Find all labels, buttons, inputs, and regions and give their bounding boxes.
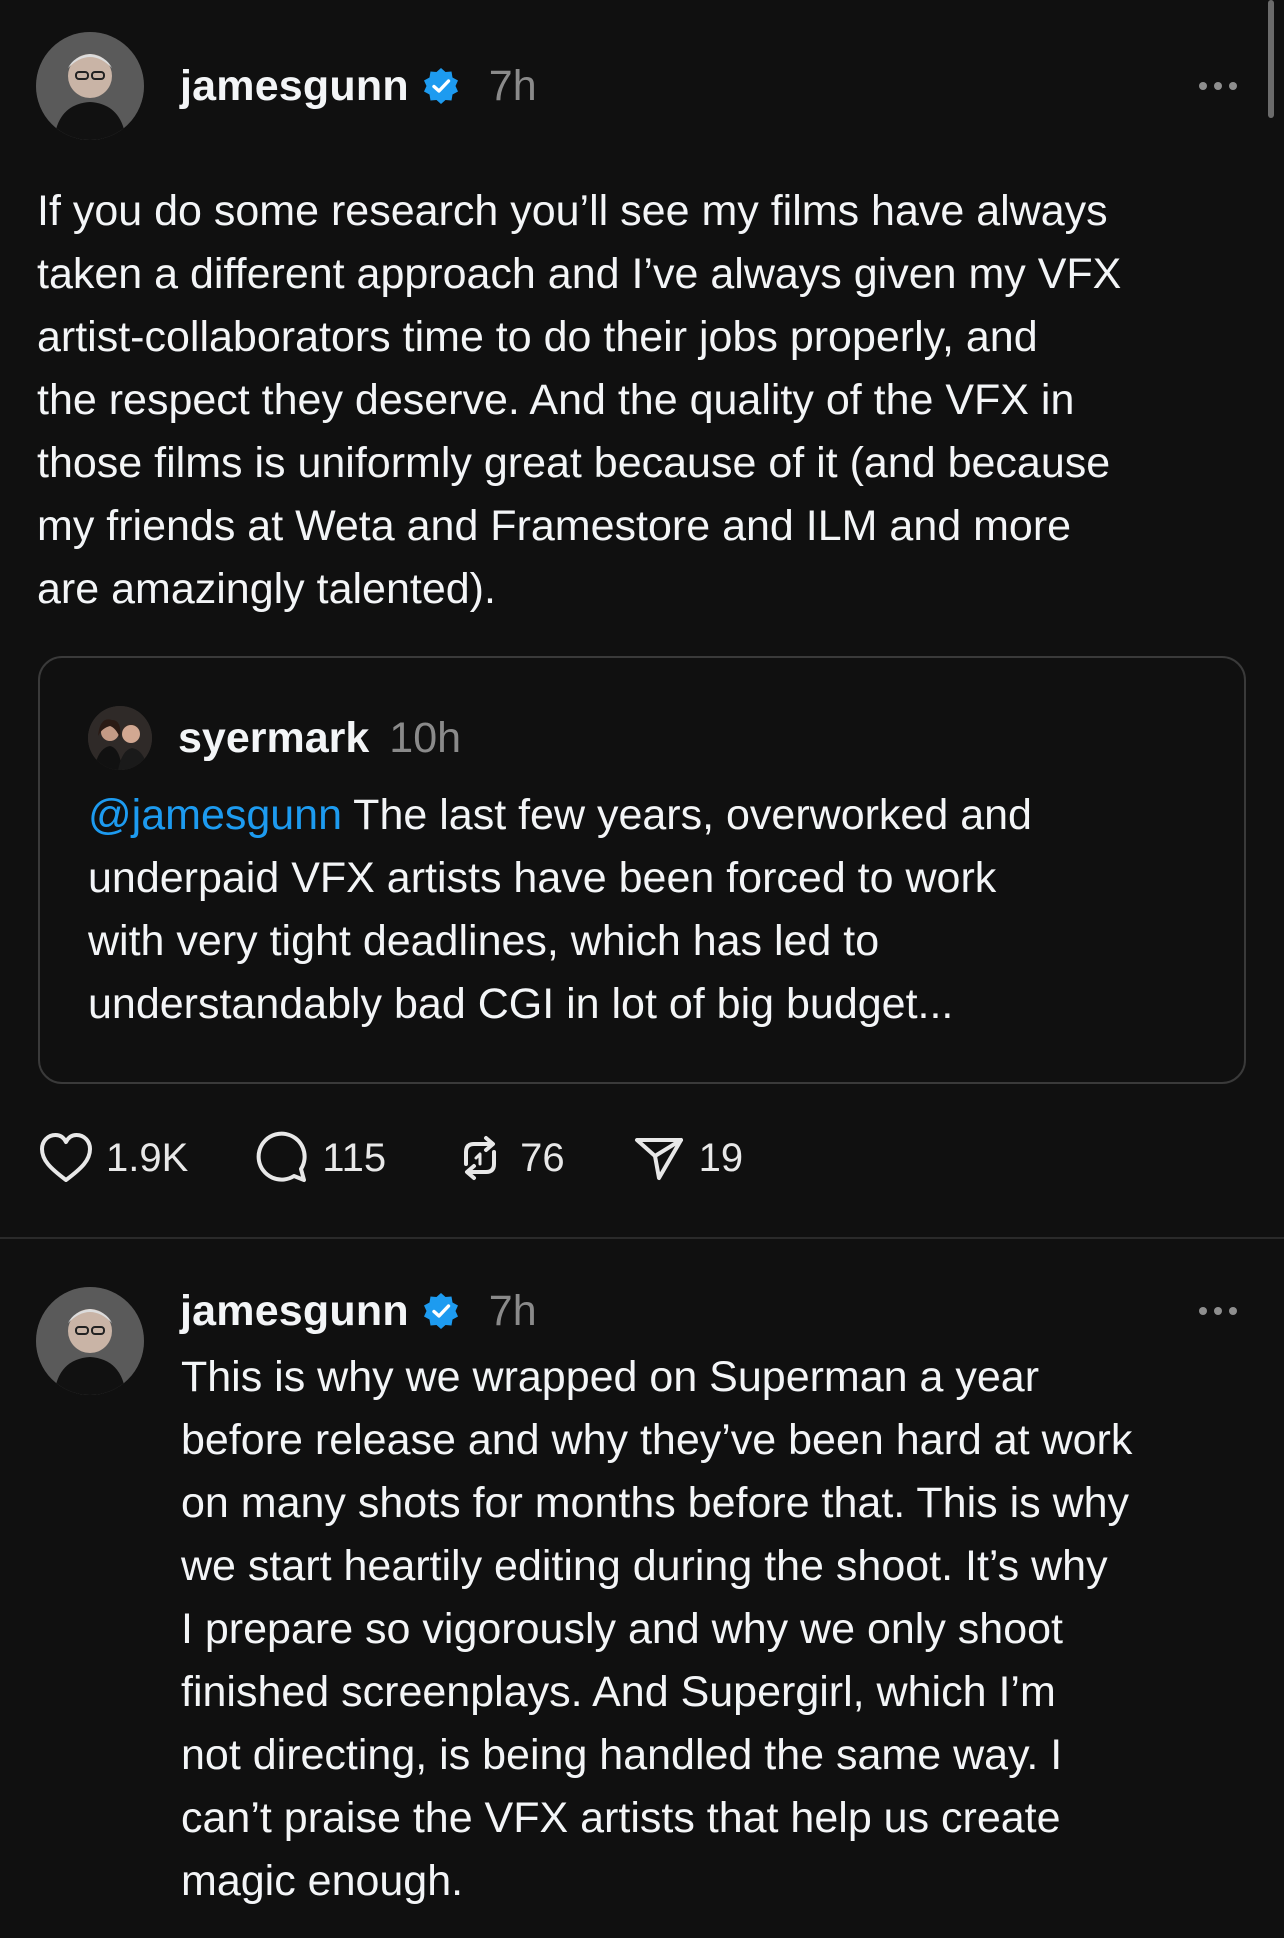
- post-1: jamesgunn 7h If you do some research you…: [0, 0, 1284, 1239]
- avatar-image: [36, 1287, 144, 1395]
- like-button[interactable]: 1.9K: [38, 1132, 188, 1184]
- send-icon: [631, 1130, 687, 1186]
- avatar[interactable]: [36, 32, 144, 140]
- repost-count: 76: [520, 1135, 565, 1180]
- verified-badge-icon: [421, 66, 461, 106]
- mention-link[interactable]: @jamesgunn: [88, 791, 342, 839]
- post-2: jamesgunn 7h This is why we wrapped on S…: [0, 1239, 1284, 1938]
- quoted-post[interactable]: syermark 10h @jamesgunn The last few yea…: [38, 656, 1246, 1084]
- reply-button[interactable]: 115: [254, 1130, 386, 1186]
- post-text: If you do some research you’ll see my fi…: [37, 187, 1122, 613]
- quote-header: syermark 10h: [178, 708, 461, 768]
- post-time: 7h: [488, 61, 537, 110]
- reply-count: 115: [322, 1135, 387, 1180]
- more-horizontal-icon[interactable]: [1199, 82, 1237, 90]
- username[interactable]: jamesgunn: [180, 62, 409, 111]
- avatar[interactable]: [36, 1287, 144, 1395]
- quote-text: @jamesgunn The last few years, overworke…: [88, 784, 1208, 1036]
- avatar-image: [88, 706, 152, 770]
- post-actions: 1.9K 115 76 19: [38, 1128, 809, 1188]
- username[interactable]: jamesgunn: [180, 1287, 409, 1336]
- post-header: jamesgunn 7h: [180, 56, 537, 116]
- post-header: jamesgunn 7h: [180, 1281, 537, 1341]
- quote-time: 10h: [389, 713, 462, 762]
- quote-username[interactable]: syermark: [178, 714, 369, 763]
- heart-icon: [38, 1132, 94, 1184]
- comment-bubble-icon: [254, 1130, 310, 1186]
- share-button[interactable]: 19: [631, 1130, 744, 1186]
- verified-badge-icon: [421, 1291, 461, 1331]
- like-count: 1.9K: [106, 1135, 189, 1180]
- more-horizontal-icon[interactable]: [1199, 1307, 1237, 1315]
- repost-icon: [452, 1130, 508, 1186]
- avatar[interactable]: [88, 706, 152, 770]
- repost-button[interactable]: 76: [452, 1130, 565, 1186]
- post-time: 7h: [488, 1286, 537, 1335]
- share-count: 19: [698, 1135, 744, 1180]
- post-text: This is why we wrapped on Superman a yea…: [181, 1353, 1133, 1905]
- avatar-image: [36, 32, 144, 140]
